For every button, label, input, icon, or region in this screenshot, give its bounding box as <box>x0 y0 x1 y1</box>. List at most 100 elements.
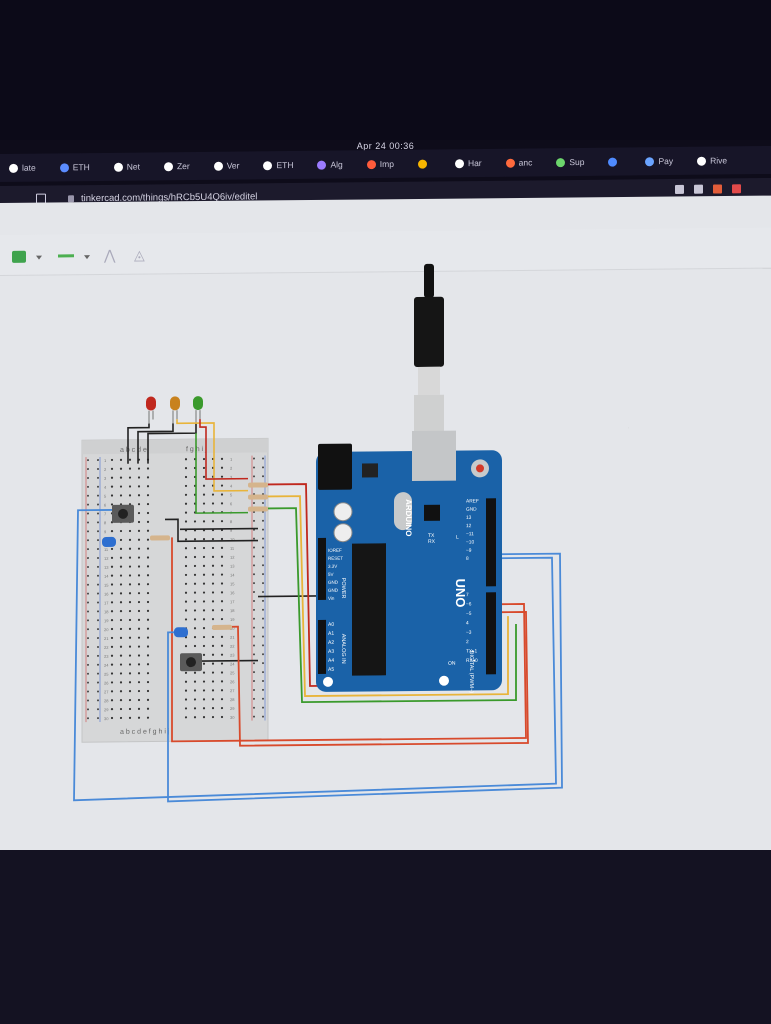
rail-hole <box>262 697 264 700</box>
play-icon[interactable] <box>694 184 703 194</box>
rail-hole <box>97 494 99 497</box>
rail-hole <box>97 459 99 462</box>
breadboard-hole <box>128 627 132 630</box>
row-number: 24 <box>104 663 109 668</box>
breadboard-hole <box>128 538 132 541</box>
breadboard-hole <box>110 610 114 613</box>
breadboard-hole <box>202 591 206 594</box>
breadboard-hole <box>193 564 197 568</box>
breadboard-hole <box>128 592 132 595</box>
row-number: 20 <box>104 627 109 632</box>
rx-label: RX <box>428 539 436 545</box>
breadboard-hole <box>146 485 150 488</box>
breadboard-hole <box>110 547 114 551</box>
row-number: 30 <box>104 716 109 721</box>
digital-pin-label: 13 <box>466 515 472 521</box>
rail-hole <box>87 663 89 666</box>
browser-tab[interactable]: Zer <box>155 161 199 171</box>
browser-tab[interactable]: anc <box>497 157 542 168</box>
browser-tab[interactable]: Net <box>105 161 149 172</box>
rail-hole <box>262 475 264 478</box>
row-number: 26 <box>230 679 235 684</box>
rail-hole <box>87 574 89 577</box>
power-jack <box>318 443 352 490</box>
led-amber[interactable] <box>170 396 180 424</box>
arduino-uno-board[interactable]: ARDUINO UNO DIGITAL (PWM~) POWER ANALOG … <box>316 430 502 695</box>
browser-tab[interactable]: Har <box>446 158 491 168</box>
tinkercad-canvas[interactable]: ⋀ ◬ a b c d e f g h i j a b c d e f g h … <box>0 195 771 859</box>
breadboard-hole <box>202 555 206 559</box>
breadboard-hole <box>137 716 141 719</box>
breadboard-hole <box>146 591 150 595</box>
pushbutton-1[interactable] <box>112 504 134 523</box>
breadboard-hole <box>211 618 215 621</box>
breadboard-hole <box>184 511 188 514</box>
breadboard-hole <box>202 573 206 576</box>
power-pin-label: GND <box>328 580 339 585</box>
breadboard-hole <box>184 475 188 479</box>
breadboard-hole <box>137 707 141 710</box>
rail-hole <box>253 617 255 620</box>
browser-tab[interactable]: ETH <box>254 160 302 171</box>
breadboard[interactable]: a b c d e f g h i j a b c d e f g h i j … <box>81 437 269 743</box>
breadboard-hole <box>110 663 114 666</box>
browser-tab[interactable]: ETH <box>51 162 99 173</box>
breadboard-hole <box>184 520 188 523</box>
row-number: 16 <box>104 591 109 596</box>
breadboard-hole <box>193 600 197 603</box>
row-number: 25 <box>104 672 109 677</box>
site-info-icon[interactable] <box>68 194 74 202</box>
row-number: 19 <box>230 617 235 622</box>
pushbutton-2[interactable] <box>180 653 202 672</box>
rail-hole <box>97 619 99 622</box>
tab-label: ETH <box>72 162 90 173</box>
browser-tab[interactable] <box>599 157 630 167</box>
power-pin-label: IOREF <box>328 548 342 553</box>
breadboard-hole <box>220 591 224 594</box>
rail-hole <box>87 565 89 568</box>
browser-tab[interactable]: Alg <box>308 159 351 170</box>
breadboard-hole <box>220 680 224 683</box>
browser-tab[interactable]: Sup <box>547 157 593 167</box>
breadboard-hole <box>119 636 123 639</box>
browser-tab-bar[interactable]: late ETH Net Zer Ver ETH Alg Imp Har anc Sup Pay Riv… <box>0 145 771 183</box>
breadboard-hole <box>128 556 132 559</box>
row-number: 13 <box>230 564 235 569</box>
breadboard-hole <box>202 457 206 461</box>
breadboard-hole <box>110 716 114 720</box>
breadboard-hole <box>220 698 224 701</box>
breadboard-hole <box>128 485 132 488</box>
breadboard-hole <box>220 520 224 523</box>
rail-hole <box>97 583 99 586</box>
browser-tab[interactable]: Rive <box>688 155 736 166</box>
alert-icon[interactable] <box>732 184 741 194</box>
breadboard-hole <box>128 458 132 461</box>
browser-tab[interactable]: late <box>0 163 45 173</box>
breadboard-hole <box>211 546 215 550</box>
browser-tab[interactable]: Pay <box>636 156 682 166</box>
browser-tab[interactable] <box>409 159 440 169</box>
breadboard-hole <box>128 636 132 639</box>
browser-tab[interactable]: Imp <box>358 159 403 169</box>
breadboard-hole <box>211 707 215 710</box>
breadboard-hole <box>110 467 114 470</box>
led-red[interactable] <box>146 396 156 424</box>
browser-tab[interactable]: Ver <box>205 160 249 171</box>
breadboard-hole <box>146 511 150 515</box>
led-green[interactable] <box>193 396 203 424</box>
rail-hole <box>87 468 89 471</box>
breadboard-hole <box>184 458 188 461</box>
extension-icon[interactable] <box>713 184 722 194</box>
breadboard-hole <box>220 564 224 567</box>
breadboard-hole <box>220 653 224 656</box>
breadboard-hole <box>137 681 141 684</box>
blue-component-1[interactable] <box>102 536 116 547</box>
breadboard-hole <box>202 627 206 630</box>
breadboard-hole <box>202 644 206 648</box>
globe-icon <box>263 160 273 170</box>
breadboard-hole <box>220 609 224 612</box>
blue-component-2[interactable] <box>174 627 188 638</box>
cast-icon[interactable] <box>675 184 684 194</box>
breadboard-hole <box>211 671 215 674</box>
rail-hole <box>97 476 99 479</box>
